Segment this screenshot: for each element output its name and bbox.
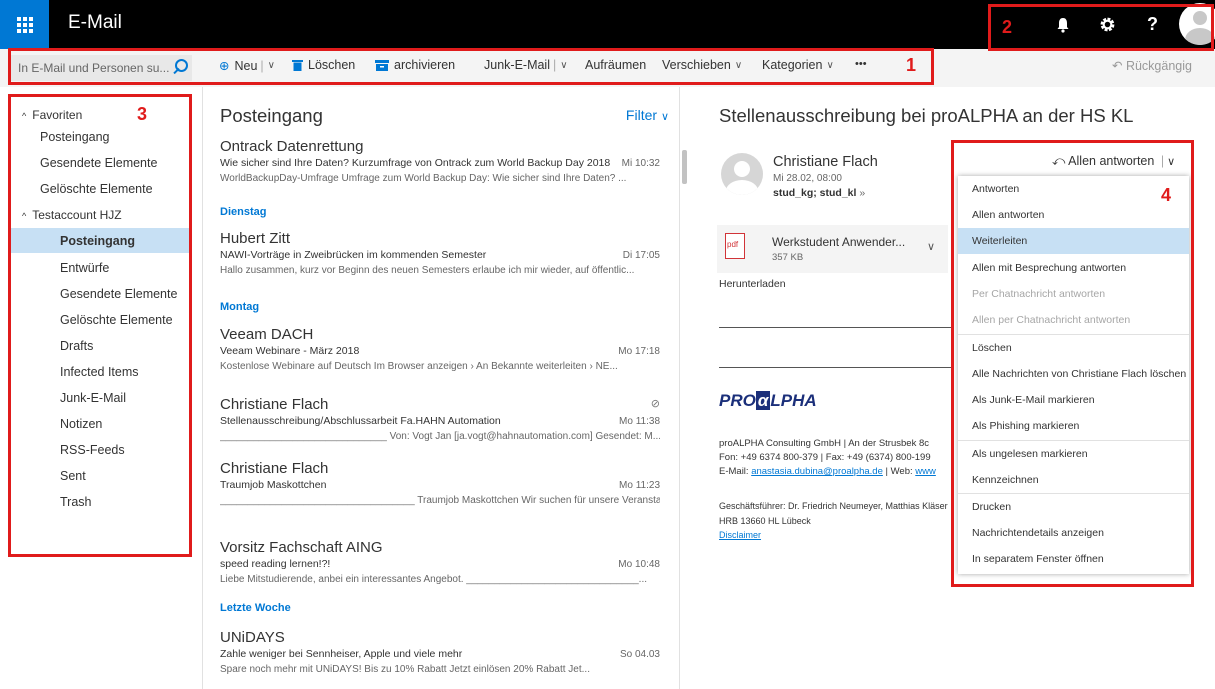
- annotation-box-1: [8, 48, 934, 85]
- group-header: Montag: [220, 301, 260, 313]
- recipients[interactable]: stud_kg; stud_kl »: [773, 187, 865, 199]
- message-sender: Ontrack Datenrettung: [220, 138, 364, 155]
- message-time: Mo 11:23: [619, 480, 660, 491]
- message-subject: Wie sicher sind Ihre Daten? Kurzumfrage …: [220, 157, 611, 169]
- list-item[interactable]: Veeam DACH Veeam Webinare - März 2018 Mo …: [220, 325, 660, 374]
- annotation-number-3: 3: [137, 104, 148, 124]
- message-subject: Zahle weniger bei Sennheiser, Apple und …: [220, 648, 463, 660]
- message-title: Stellenausschreibung bei proALPHA an der…: [719, 105, 1134, 126]
- message-time: Mo 11:38: [619, 416, 660, 427]
- signature-line: Geschäftsführer: Dr. Friedrich Neumeyer,…: [719, 501, 948, 511]
- message-preview: ______________________________ Von: Vogt…: [220, 431, 660, 442]
- message-sender: Veeam DACH: [220, 326, 314, 343]
- filter-label: Filter: [625, 107, 658, 123]
- message-subject: Stellenausschreibung/Abschlussarbeit Fa.…: [220, 415, 501, 427]
- message-time: Mo 10:48: [618, 559, 660, 570]
- group-header: Dienstag: [220, 206, 267, 218]
- message-preview: WorldBackupDay-Umfrage Umfrage zum World…: [220, 173, 627, 184]
- message-preview: Spare noch mehr mit UNiDAYS! Bis zu 10% …: [220, 664, 590, 675]
- message-subject: speed reading lernen!?!: [220, 558, 331, 570]
- sender-name[interactable]: Christiane Flach: [773, 154, 878, 170]
- attachment-name: Werkstudent Anwender...: [772, 235, 906, 249]
- message-list: Posteingang Filter ∨ Ontrack Datenrettun…: [202, 87, 680, 689]
- list-item[interactable]: Christiane Flach Traumjob Maskottchen Mo …: [220, 459, 660, 508]
- undo-icon: ↶: [1112, 59, 1126, 73]
- web-link[interactable]: www: [915, 466, 936, 477]
- signature-line: Fon: +49 6374 800-379 | Fax: +49 (6374) …: [719, 452, 931, 463]
- list-item[interactable]: UNiDAYS Zahle weniger bei Sennheiser, Ap…: [220, 628, 660, 677]
- chevron-down-icon: ∨: [660, 111, 669, 123]
- message-preview: Hallo zusammen, kurz vor Beginn des neue…: [220, 265, 635, 276]
- message-time: Mi 10:32: [621, 158, 660, 169]
- annotation-number-4: 4: [1161, 185, 1172, 205]
- divider: [719, 367, 951, 368]
- annotation-box-2: [988, 4, 1214, 51]
- download-link[interactable]: Herunterladen: [719, 278, 786, 290]
- message-subject: NAWI-Vorträge in Zweibrücken im kommende…: [220, 249, 487, 261]
- expand-recipients-icon[interactable]: »: [859, 187, 865, 199]
- message-preview: ___________________________________ Trau…: [220, 495, 660, 506]
- list-title: Posteingang: [220, 105, 323, 126]
- message-sender: Vorsitz Fachschaft AING: [220, 539, 383, 556]
- list-item[interactable]: Vorsitz Fachschaft AING speed reading le…: [220, 538, 660, 587]
- waffle-icon: [16, 16, 33, 33]
- sent-date: Mi 28.02, 08:00: [773, 173, 842, 184]
- group-header: Letzte Woche: [220, 602, 291, 614]
- pdf-icon: pdf: [725, 233, 745, 259]
- signature-line: E-Mail: anastasia.dubina@proalpha.de | W…: [719, 466, 936, 477]
- message-sender: Christiane Flach: [220, 396, 329, 413]
- email-link[interactable]: anastasia.dubina@proalpha.de: [751, 466, 883, 477]
- message-sender: UNiDAYS: [220, 629, 285, 646]
- proalpha-logo: PRO α LPHA: [719, 391, 817, 410]
- attachment-card[interactable]: pdf Werkstudent Anwender... 357 KB ∨: [717, 225, 948, 273]
- app-title: E-Mail: [68, 12, 122, 33]
- undo-label: Rückgängig: [1125, 59, 1192, 73]
- disclaimer-link[interactable]: Disclaimer: [719, 530, 761, 540]
- list-item[interactable]: Hubert Zitt NAWI-Vorträge in Zweibrücken…: [220, 229, 660, 278]
- paperclip-icon: ⊘: [650, 398, 660, 410]
- annotation-box-3: [8, 94, 192, 557]
- annotation-number-2: 2: [1002, 17, 1013, 37]
- chevron-down-icon[interactable]: ∨: [927, 240, 935, 253]
- message-preview: Kostenlose Webinare auf Deutsch Im Brows…: [220, 361, 618, 372]
- message-subject: Traumjob Maskottchen: [220, 479, 327, 491]
- message-preview: Liebe Mitstudierende, anbei ein interess…: [220, 574, 648, 585]
- divider: [719, 327, 951, 328]
- list-item[interactable]: Ontrack Datenrettung Wie sicher sind Ihr…: [220, 137, 660, 186]
- recipients-list: stud_kg; stud_kl: [773, 187, 857, 199]
- message-sender: Hubert Zitt: [220, 230, 291, 247]
- app-launcher-button[interactable]: [0, 0, 49, 49]
- message-time: Mo 17:18: [618, 346, 660, 357]
- sender-avatar[interactable]: [721, 153, 763, 195]
- annotation-box-4: [951, 140, 1194, 587]
- list-item[interactable]: Christiane Flach Stellenausschreibung/Ab…: [220, 395, 660, 444]
- signature-line: HRB 13660 HL Lübeck: [719, 516, 811, 526]
- undo-button[interactable]: ↶ Rückgängig: [1112, 58, 1192, 73]
- message-time: Di 17:05: [622, 250, 660, 261]
- message-time: So 04.03: [619, 649, 660, 660]
- attachment-size: 357 KB: [772, 252, 804, 263]
- signature-line: proALPHA Consulting GmbH | An der Strusb…: [719, 438, 929, 449]
- filter-button[interactable]: Filter ∨: [626, 107, 669, 123]
- message-sender: Christiane Flach: [220, 460, 329, 477]
- message-subject: Veeam Webinare - März 2018: [220, 345, 360, 357]
- annotation-number-1: 1: [906, 55, 917, 75]
